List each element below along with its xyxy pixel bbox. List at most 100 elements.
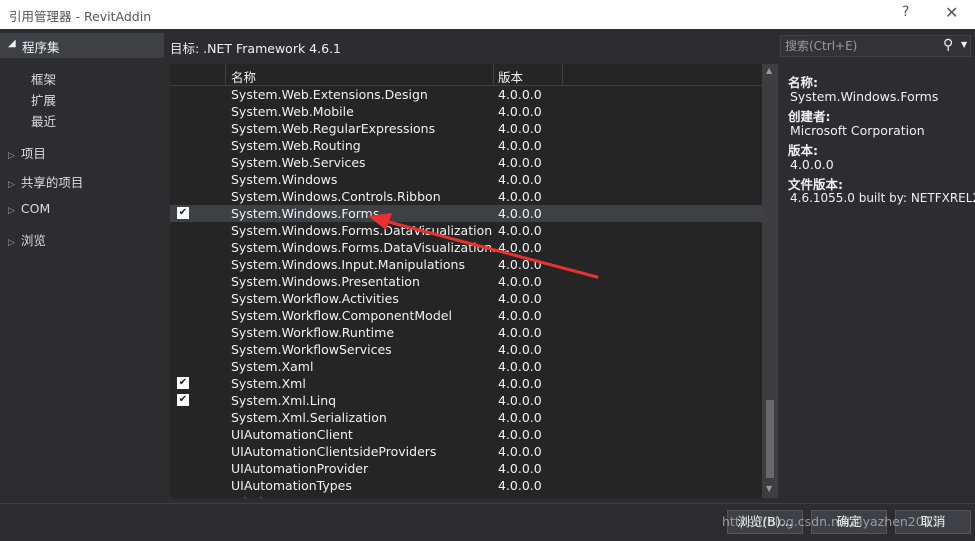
checkbox-checked-icon[interactable]: ✔ — [177, 394, 189, 406]
assembly-name: System.Workflow.ComponentModel — [231, 308, 452, 323]
collapsed-triangle-icon: ▷ — [8, 151, 15, 161]
assembly-version: 4.0.0.0 — [498, 359, 542, 374]
scroll-up-icon[interactable]: ▲ — [766, 66, 772, 75]
search-box[interactable]: ⚲ ▼ — [780, 35, 971, 57]
assembly-version: 4.0.0.0 — [498, 223, 542, 238]
list-rows: System.Web.Extensions.Design 4.0.0.0 Syste… — [170, 86, 762, 498]
list-item[interactable]: System.Workflow.ComponentModel 4.0.0.0 — [170, 307, 762, 324]
details-creator-value: Microsoft Corporation — [790, 123, 925, 138]
list-item[interactable]: ✔ System.Windows.Forms 4.0.0.0 — [170, 205, 762, 222]
column-divider[interactable] — [493, 64, 494, 85]
list-item[interactable]: UIAutomationProvider 4.0.0.0 — [170, 460, 762, 477]
list-item[interactable]: System.Web.Mobile 4.0.0.0 — [170, 103, 762, 120]
assembly-name: System.Windows.Forms.DataVisualization..… — [231, 240, 509, 255]
list-item[interactable]: System.Windows.Presentation 4.0.0.0 — [170, 273, 762, 290]
sidebar-item-extensions[interactable]: 扩展 — [31, 90, 56, 109]
sidebar: ◢ 程序集 框架 扩展 最近 ▷ 项目 ▷ 共享的项目 ▷ COM ▷ 浏览 — [0, 29, 166, 502]
list-item[interactable]: System.Windows.Forms.DataVisualization 4.… — [170, 222, 762, 239]
list-item[interactable]: System.Web.Services 4.0.0.0 — [170, 154, 762, 171]
sidebar-item-recent[interactable]: 最近 — [31, 111, 56, 130]
collapsed-triangle-icon: ▷ — [8, 180, 15, 190]
list-item[interactable]: WindowsBase 4.0.0.0 — [170, 494, 762, 498]
assembly-name: UIAutomationProvider — [231, 461, 369, 476]
sidebar-item-com[interactable]: ▷ COM — [8, 201, 50, 216]
sidebar-item-framework[interactable]: 框架 — [31, 69, 56, 88]
help-button[interactable]: ? — [902, 4, 909, 20]
assembly-version: 4.0.0.0 — [498, 342, 542, 357]
sidebar-item-shared-projects[interactable]: ▷ 共享的项目 — [8, 172, 83, 191]
sidebar-item-browse[interactable]: ▷ 浏览 — [8, 230, 46, 249]
column-divider[interactable] — [562, 64, 563, 85]
details-version-value: 4.0.0.0 — [790, 157, 834, 172]
list-item[interactable]: System.Web.Extensions.Design 4.0.0.0 — [170, 86, 762, 103]
target-framework-label: 目标: .NET Framework 4.6.1 — [170, 41, 341, 56]
assembly-version: 4.0.0.0 — [498, 274, 542, 289]
search-icon[interactable]: ⚲ — [943, 37, 953, 53]
assembly-version: 4.0.0.0 — [498, 189, 542, 204]
assembly-name: UIAutomationTypes — [231, 478, 352, 493]
assembly-version: 4.0.0.0 — [498, 172, 542, 187]
list-item[interactable]: System.Windows 4.0.0.0 — [170, 171, 762, 188]
assembly-version: 4.0.0.0 — [498, 461, 542, 476]
column-header-version[interactable]: 版本 — [498, 67, 523, 86]
list-item[interactable]: UIAutomationClient 4.0.0.0 — [170, 426, 762, 443]
scroll-down-icon[interactable]: ▼ — [766, 484, 772, 493]
scrollbar-thumb[interactable] — [766, 400, 774, 478]
search-input[interactable] — [785, 38, 935, 54]
assembly-name: System.Windows.Forms.DataVisualization — [231, 223, 493, 238]
list-item[interactable]: ✔ System.Xml.Linq 4.0.0.0 — [170, 392, 762, 409]
assembly-name: System.Workflow.Runtime — [231, 325, 395, 340]
assembly-name: System.Xml — [231, 376, 306, 391]
assembly-version: 4.0.0.0 — [498, 257, 542, 272]
list-item[interactable]: ✔ System.Xml 4.0.0.0 — [170, 375, 762, 392]
assembly-version: 4.0.0.0 — [498, 325, 542, 340]
assembly-version: 4.0.0.0 — [498, 478, 542, 493]
checkbox-checked-icon[interactable]: ✔ — [177, 377, 189, 389]
list-item[interactable]: UIAutomationClientsideProviders 4.0.0.0 — [170, 443, 762, 460]
assembly-version: 4.0.0.0 — [498, 495, 542, 498]
list-item[interactable]: System.Windows.Input.Manipulations 4.0.0.… — [170, 256, 762, 273]
list-item[interactable]: System.WorkflowServices 4.0.0.0 — [170, 341, 762, 358]
assembly-version: 4.0.0.0 — [498, 121, 542, 136]
list-item[interactable]: System.Xml.Serialization 4.0.0.0 — [170, 409, 762, 426]
assembly-name: System.Windows.Forms — [231, 206, 380, 221]
watermark-text: https://blog.csdn.net/liyazhen2011 — [722, 514, 940, 529]
list-item[interactable]: System.Workflow.Runtime 4.0.0.0 — [170, 324, 762, 341]
list-item[interactable]: System.Windows.Controls.Ribbon 4.0.0.0 — [170, 188, 762, 205]
checkbox-checked-icon[interactable]: ✔ — [177, 207, 189, 219]
vertical-scrollbar[interactable]: ▲ ▼ — [762, 64, 778, 498]
assembly-name: System.WorkflowServices — [231, 342, 392, 357]
column-header-name[interactable]: 名称 — [231, 67, 256, 86]
assembly-name: System.Windows — [231, 172, 338, 187]
chevron-down-icon[interactable]: ▼ — [961, 40, 967, 49]
assembly-version: 4.0.0.0 — [498, 240, 542, 255]
assembly-list[interactable]: 名称 版本 System.Web.Extensions.Design 4.0.0.… — [170, 64, 778, 498]
assembly-name: UIAutomationClientsideProviders — [231, 444, 437, 459]
sidebar-item-projects[interactable]: ▷ 项目 — [8, 143, 46, 162]
details-file-version-value: 4.6.1055.0 built by: NETFXREL2 — [790, 191, 975, 205]
list-item[interactable]: System.Windows.Forms.DataVisualization..… — [170, 239, 762, 256]
assembly-version: 4.0.0.0 — [498, 444, 542, 459]
column-divider[interactable] — [225, 64, 226, 85]
assembly-name: System.Web.Mobile — [231, 104, 354, 119]
assembly-name: System.Web.RegularExpressions — [231, 121, 436, 136]
sidebar-item-label: 共享的项目 — [20, 175, 84, 190]
assembly-version: 4.0.0.0 — [498, 393, 542, 408]
list-item[interactable]: UIAutomationTypes 4.0.0.0 — [170, 477, 762, 494]
list-item[interactable]: System.Web.Routing 4.0.0.0 — [170, 137, 762, 154]
assembly-name: System.Windows.Input.Manipulations — [231, 257, 465, 272]
assembly-version: 4.0.0.0 — [498, 104, 542, 119]
close-button[interactable]: ✕ — [945, 3, 958, 22]
list-item[interactable]: System.Workflow.Activities 4.0.0.0 — [170, 290, 762, 307]
sidebar-item-assemblies[interactable]: ◢ 程序集 — [0, 33, 164, 58]
list-header: 名称 版本 — [170, 64, 762, 86]
assembly-name: System.Xaml — [231, 359, 314, 374]
assembly-name: System.Windows.Controls.Ribbon — [231, 189, 441, 204]
sidebar-item-label: 程序集 — [22, 40, 60, 55]
list-item[interactable]: System.Xaml 4.0.0.0 — [170, 358, 762, 375]
assembly-name: System.Xml.Serialization — [231, 410, 387, 425]
assembly-version: 4.0.0.0 — [498, 291, 542, 306]
assembly-name: System.Windows.Presentation — [231, 274, 420, 289]
list-item[interactable]: System.Web.RegularExpressions 4.0.0.0 — [170, 120, 762, 137]
assembly-name: System.Workflow.Activities — [231, 291, 399, 306]
